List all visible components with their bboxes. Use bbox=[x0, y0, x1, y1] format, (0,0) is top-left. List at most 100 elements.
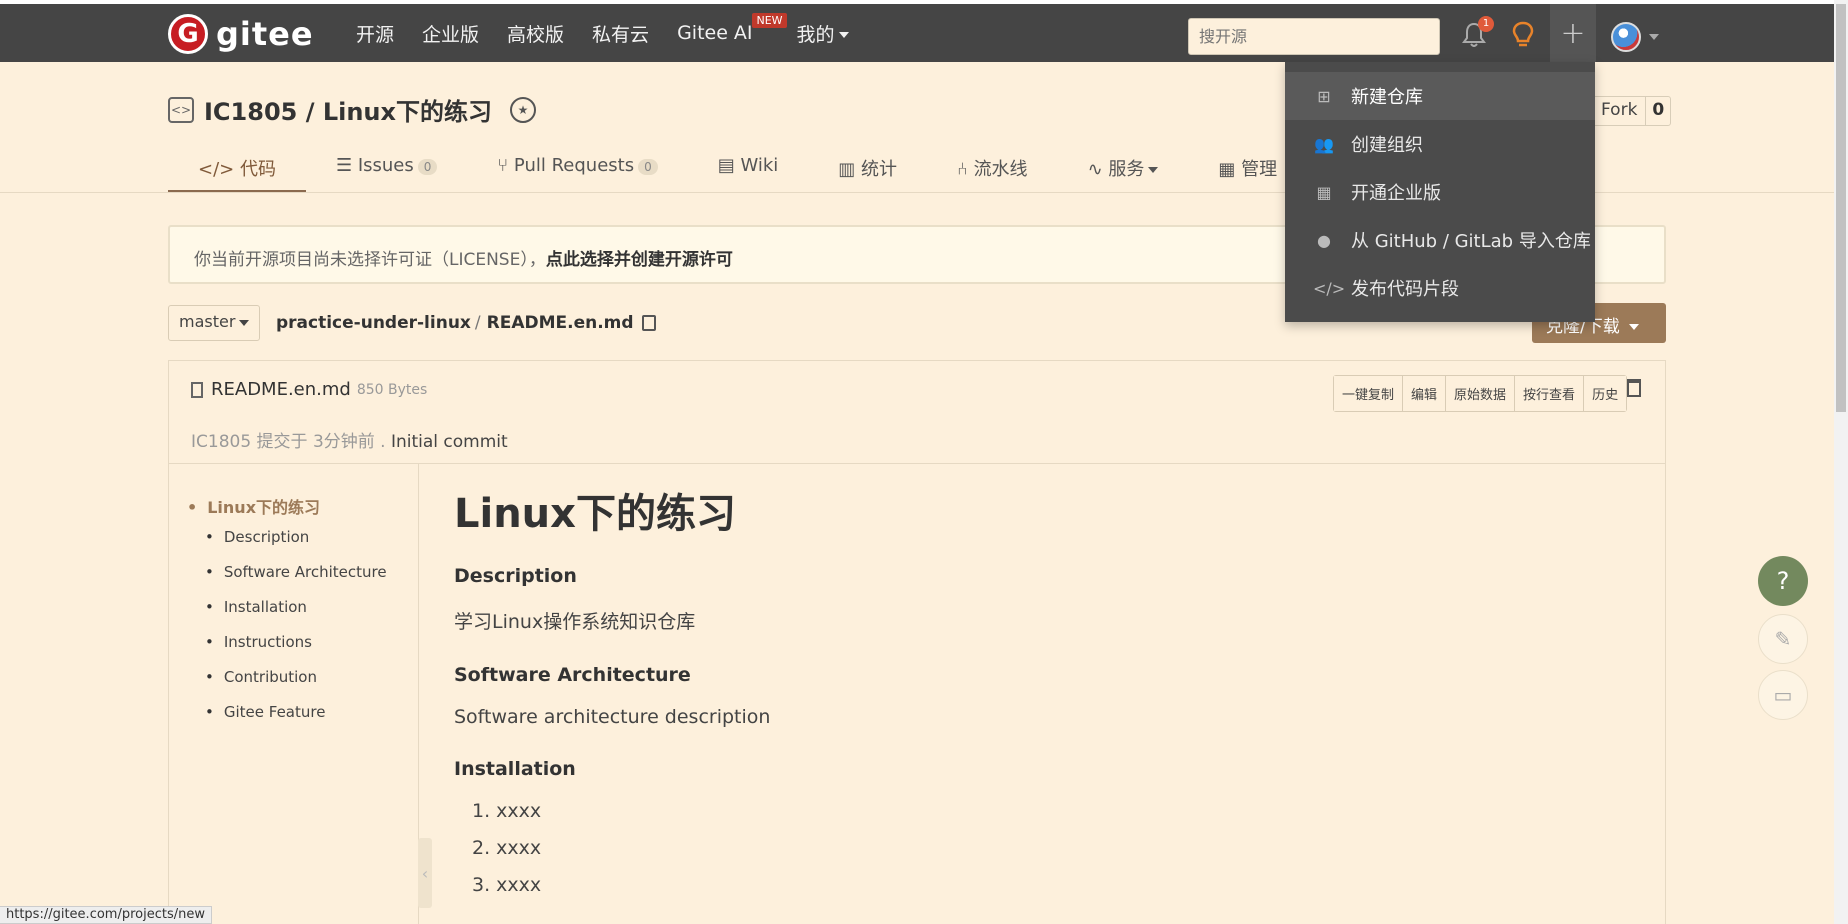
repo-header: <> IC1805 / Linux下的练习 ★ bbox=[168, 92, 536, 127]
file-header: README.en.md 850 Bytes bbox=[191, 379, 427, 400]
code-icon: </> bbox=[198, 159, 240, 180]
tab-pipeline[interactable]: ⑃ 流水线 bbox=[927, 145, 1058, 193]
edit-note-icon: ✎ bbox=[1774, 627, 1792, 651]
nav-gitee-ai[interactable]: Gitee AI NEW bbox=[677, 13, 787, 44]
tab-issues-label: Issues bbox=[357, 155, 414, 176]
menu-item-label: 开通企业版 bbox=[1351, 183, 1441, 204]
chat-button[interactable]: ▭ bbox=[1758, 670, 1808, 720]
copy-all-button[interactable]: 一键复制 bbox=[1334, 376, 1404, 411]
menu-item-new-repo[interactable]: ⊞ 新建仓库 bbox=[1285, 72, 1595, 120]
tab-pull-requests[interactable]: ⑂ Pull Requests 0 bbox=[467, 145, 687, 193]
nav-mine[interactable]: 我的 bbox=[797, 20, 849, 47]
bar-chart-icon: ▥ bbox=[838, 159, 862, 180]
nav-private-cloud[interactable]: 私有云 bbox=[592, 20, 649, 47]
repo-title[interactable]: IC1805 / Linux下的练习 bbox=[204, 92, 492, 127]
readme-content: Linux下的练习 Description 学习Linux操作系统知识仓库 So… bbox=[454, 481, 770, 911]
chevron-down-icon bbox=[239, 319, 250, 326]
repo-tabs: </> 代码 ☰ Issues 0 ⑂ Pull Requests 0 ▤ Wiki… bbox=[168, 145, 1307, 193]
copy-path-icon[interactable] bbox=[641, 315, 656, 331]
readme-description-text: 学习Linux操作系统知识仓库 bbox=[454, 611, 696, 633]
new-badge: NEW bbox=[752, 13, 787, 28]
tab-wiki-label: Wiki bbox=[740, 155, 779, 176]
tab-pr-label: Pull Requests bbox=[513, 155, 635, 176]
readme-heading-description: Description bbox=[454, 565, 577, 587]
tab-services[interactable]: ∿ 服务 bbox=[1058, 145, 1189, 193]
status-url-bar: https://gitee.com/projects/new bbox=[0, 906, 212, 924]
notification-count-badge: 1 bbox=[1478, 16, 1494, 32]
plus-square-icon: ⊞ bbox=[1317, 86, 1331, 106]
tab-services-label: 服务 bbox=[1108, 159, 1145, 180]
trash-icon[interactable] bbox=[1627, 379, 1641, 397]
create-plus-button[interactable]: + bbox=[1550, 4, 1596, 62]
nav-university[interactable]: 高校版 bbox=[507, 20, 564, 47]
blame-button[interactable]: 按行查看 bbox=[1515, 376, 1585, 411]
commit-meta: IC1805 提交于 3分钟前 . bbox=[191, 432, 391, 452]
menu-item-label: 发布代码片段 bbox=[1351, 279, 1459, 300]
chevron-down-icon bbox=[1148, 167, 1159, 173]
toc-item-instructions[interactable]: Instructions bbox=[205, 633, 387, 668]
avatar-chevron-down-icon[interactable] bbox=[1649, 34, 1659, 40]
scrollbar-thumb[interactable] bbox=[1836, 4, 1846, 412]
nav-open-source[interactable]: 开源 bbox=[356, 20, 394, 47]
gitee-logo[interactable]: G gitee bbox=[168, 14, 314, 54]
menu-item-enterprise[interactable]: ▦ 开通企业版 bbox=[1285, 168, 1595, 216]
toc-item-installation[interactable]: Installation bbox=[205, 598, 387, 633]
book-icon: ▤ bbox=[717, 155, 741, 176]
edit-button[interactable]: 编辑 bbox=[1403, 376, 1447, 411]
code-icon: </> bbox=[1313, 278, 1346, 298]
award-badge-icon[interactable]: ★ bbox=[510, 96, 536, 123]
raw-button[interactable]: 原始数据 bbox=[1446, 376, 1516, 411]
toc-label: Contribution bbox=[223, 668, 317, 686]
create-license-link[interactable]: 点此选择并创建开源许可 bbox=[546, 250, 733, 270]
issues-icon: ☰ bbox=[335, 155, 358, 176]
pr-count: 0 bbox=[638, 159, 658, 175]
commit-message[interactable]: Initial commit bbox=[391, 432, 508, 452]
breadcrumb-repo[interactable]: practice-under-linux bbox=[276, 313, 471, 333]
tab-pipeline-label: 流水线 bbox=[973, 159, 1028, 180]
tab-stats-label: 统计 bbox=[861, 159, 898, 180]
code-repo-icon: <> bbox=[168, 96, 194, 123]
fork-button[interactable]: Fork 0 bbox=[1592, 96, 1672, 126]
readme-title: Linux下的练习 bbox=[454, 491, 736, 537]
toc-item-gitee-feature[interactable]: Gitee Feature bbox=[205, 703, 387, 738]
toc-label: Gitee Feature bbox=[223, 703, 326, 721]
menu-item-import-repo[interactable]: ● 从 GitHub / GitLab 导入仓库 bbox=[1285, 216, 1595, 264]
user-avatar[interactable] bbox=[1611, 22, 1641, 52]
chat-icon: ▭ bbox=[1773, 683, 1793, 707]
tab-wiki[interactable]: ▤ Wiki bbox=[688, 145, 809, 193]
history-button[interactable]: 历史 bbox=[1584, 376, 1627, 411]
last-commit: IC1805 提交于 3分钟前 . Initial commit bbox=[191, 427, 508, 452]
toc-item-software-architecture[interactable]: Software Architecture bbox=[205, 563, 387, 598]
branch-selector[interactable]: master bbox=[168, 305, 261, 341]
file-icon bbox=[191, 381, 203, 398]
page-scrollbar[interactable] bbox=[1834, 0, 1848, 924]
breadcrumb-separator: / bbox=[474, 313, 481, 333]
pipeline-icon: ⑃ bbox=[957, 159, 974, 180]
help-button[interactable]: ? bbox=[1758, 556, 1808, 606]
tab-code[interactable]: </> 代码 bbox=[168, 145, 306, 193]
menu-item-label: 创建组织 bbox=[1351, 135, 1423, 156]
fork-count[interactable]: 0 bbox=[1645, 97, 1670, 125]
menu-item-create-org[interactable]: 👥 创建组织 bbox=[1285, 120, 1595, 168]
license-notice-text: 你当前开源项目尚未选择许可证（LICENSE）， bbox=[194, 250, 546, 270]
tab-issues[interactable]: ☰ Issues 0 bbox=[306, 145, 467, 193]
feedback-edit-button[interactable]: ✎ bbox=[1758, 614, 1808, 664]
install-steps-list: 1. xxxx 2. xxxx 3. xxxx bbox=[454, 800, 770, 911]
toc-item-description[interactable]: Description bbox=[205, 528, 387, 563]
file-name: README.en.md bbox=[211, 379, 351, 400]
pull-request-icon: ⑂ bbox=[497, 155, 514, 176]
toc-collapse-handle[interactable]: ‹ bbox=[418, 838, 432, 908]
toc-item-contribution[interactable]: Contribution bbox=[205, 668, 387, 703]
breadcrumb: practice-under-linux / README.en.md bbox=[276, 313, 656, 333]
logo-badge-icon: G bbox=[168, 14, 208, 54]
toc-label: Instructions bbox=[223, 633, 312, 651]
tab-stats[interactable]: ▥ 统计 bbox=[808, 145, 927, 193]
fork-label: Fork bbox=[1601, 100, 1638, 120]
search-input[interactable] bbox=[1188, 18, 1440, 55]
list-item: 2. xxxx bbox=[472, 837, 542, 859]
nav-enterprise[interactable]: 企业版 bbox=[422, 20, 479, 47]
toc-label: Installation bbox=[223, 598, 307, 616]
lightbulb-icon[interactable] bbox=[1512, 21, 1534, 49]
toc-item-root[interactable]: Linux下的练习 bbox=[187, 494, 320, 518]
menu-item-publish-snippet[interactable]: </> 发布代码片段 bbox=[1285, 264, 1595, 312]
